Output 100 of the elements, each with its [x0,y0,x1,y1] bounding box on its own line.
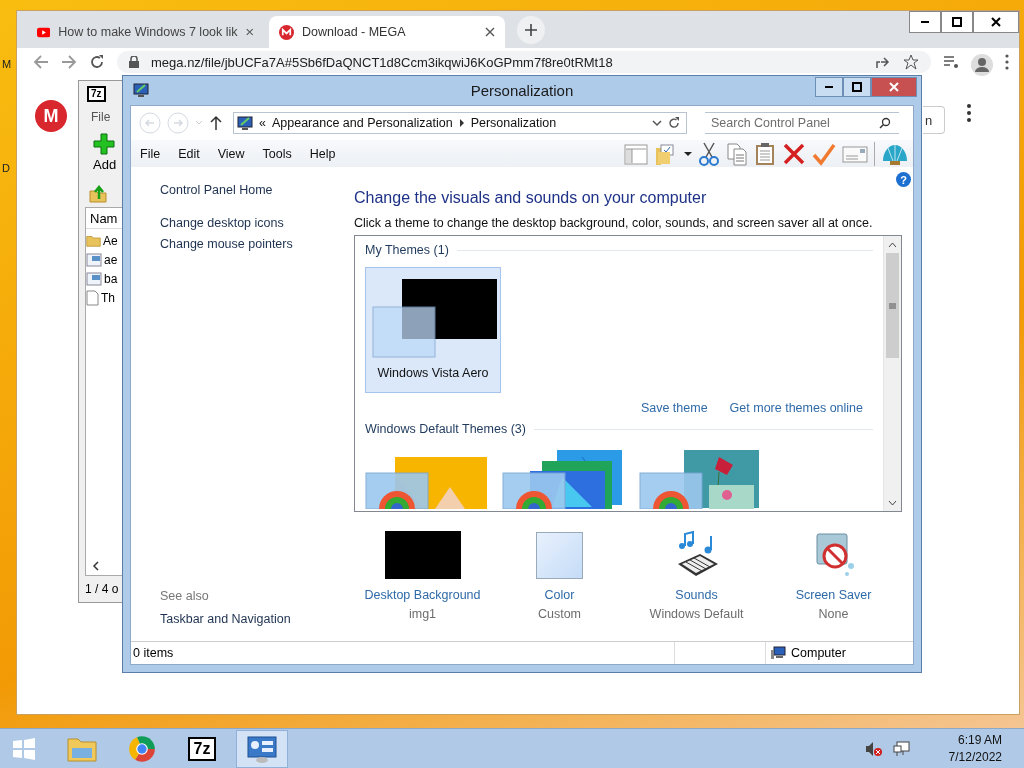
group-heading: My Themes (1) [365,243,449,257]
site-logo[interactable]: M [35,100,67,132]
menu-item[interactable]: Tools [262,146,292,161]
column-header[interactable]: Nam [90,210,118,226]
address-field[interactable]: « Appearance and Personalization Personalization [233,112,687,134]
desktop-icon-label: M [2,58,12,70]
star-icon[interactable] [903,54,919,70]
chevron-icon[interactable] [458,119,465,127]
menu-item[interactable]: Edit [178,146,200,161]
browser-tab[interactable]: How to make Windows 7 look lik [27,16,263,48]
background-thumbnail[interactable] [384,531,461,579]
minimize-button[interactable] [909,11,941,33]
setting-link[interactable]: Desktop Background [364,588,481,602]
sidebar-link[interactable]: Taskbar and Navigation [160,612,341,626]
delete-icon[interactable] [782,141,806,166]
computer-icon [770,646,786,660]
media-icon[interactable] [943,54,959,70]
setting-value: Windows Default [649,607,744,621]
search-field[interactable]: Search Control Panel [705,112,899,134]
group-heading: Windows Default Themes (3) [365,422,526,436]
theme-tile[interactable]: Windows Vista Aero [365,267,501,393]
caret-icon[interactable] [684,150,692,157]
scroll-up-icon[interactable] [888,241,897,248]
close-icon[interactable] [485,27,495,37]
plus-icon[interactable] [93,133,115,155]
folder-icon [86,234,101,247]
file-name[interactable]: Ae [103,233,118,248]
folder-icon [67,735,97,762]
minimize-button[interactable] [815,77,843,97]
search-icon[interactable] [879,117,891,129]
scroll-down-icon[interactable] [888,499,897,506]
dropdown-icon[interactable] [652,119,662,127]
menu-icon[interactable] [967,104,971,122]
scissors-icon[interactable] [698,141,720,166]
muted-speaker-icon[interactable] [864,740,883,757]
sidebar-link[interactable]: Change desktop icons [160,216,341,230]
setting-link[interactable]: Screen Saver [795,588,872,602]
breadcrumb-item[interactable]: Personalization [470,116,557,130]
maximize-button[interactable] [843,77,871,97]
breadcrumb-item[interactable]: Appearance and Personalization [271,116,453,130]
desktop-icon-label: D [2,162,10,174]
chrome-icon [128,734,156,763]
overflow-chevron[interactable]: « [259,116,266,130]
instruction-text: Click a theme to change the desktop background, color, sounds, and screen saver all at once. [354,216,874,230]
close-icon [889,82,899,92]
help-button[interactable]: ? [896,172,911,187]
status-location: Computer [791,646,846,660]
maximize-button[interactable] [941,11,973,33]
archiver-logo: 7z [87,86,106,102]
profile-icon[interactable] [971,54,993,76]
sidebar-link[interactable]: Change mouse pointers [160,237,341,251]
monitor-icon [237,115,253,131]
minimize-icon [825,86,833,88]
image-file-icon [86,252,102,267]
plus-icon [524,23,538,37]
maximize-icon [952,17,962,27]
setting-link[interactable]: Color [544,588,575,602]
setting-value: Custom [537,607,582,621]
page-heading: Change the visuals and sounds on your computer [354,189,708,207]
link[interactable]: Get more themes online [729,401,863,417]
file-name[interactable]: ae [104,252,118,267]
refresh-icon[interactable] [668,117,680,129]
theme-name[interactable]: Windows Vista Aero [377,366,489,380]
clock[interactable]: 6:19 AM 7/12/2022 [948,731,1002,766]
menu-item[interactable]: File [140,146,161,161]
file-name[interactable]: Th [101,290,115,305]
forward-icon[interactable] [61,54,77,70]
scrollbar[interactable] [883,236,901,511]
color-swatch[interactable] [536,531,583,579]
checkmark-icon[interactable] [812,141,836,166]
clipboard-icon[interactable] [754,141,776,166]
scroll-left-icon[interactable] [92,561,100,571]
clock-time: 6:19 AM [957,731,1002,749]
file-name[interactable]: ba [104,271,118,286]
reload-icon[interactable] [89,54,105,70]
menu-icon[interactable] [1005,54,1009,70]
new-tab-button[interactable] [517,16,545,44]
back-icon[interactable] [33,54,49,70]
link[interactable]: Save theme [640,401,708,417]
up-arrow-icon[interactable] [209,115,223,131]
network-icon[interactable] [892,740,911,757]
close-icon[interactable] [245,27,253,37]
sidebar-link[interactable]: Control Panel Home [160,183,341,197]
folder-up-icon[interactable] [89,185,107,203]
close-button[interactable] [973,11,1019,33]
browser-tab[interactable]: Download - MEGA [269,16,505,48]
menu-item[interactable]: Help [309,146,336,161]
lock-icon [129,56,139,68]
share-icon[interactable] [875,54,891,70]
grip-icon[interactable] [889,302,896,309]
taskbar-button[interactable] [236,729,288,768]
setting-link[interactable]: Sounds [675,588,718,602]
url-text: mega.nz/file/jbUCFa7A#5Sb6fDaQNCT1d8Ccm3ikqwiJ6KoGPmm7f8re0tRMt18 [151,54,614,70]
address-bar[interactable]: mega.nz/file/jbUCFa7A#5Sb6fDaQNCT1d8Ccm3ikqwiJ6KoGPmm7f8re0tRMt18 [117,51,931,73]
menu-item[interactable]: File [91,110,111,124]
menu-item[interactable]: View [217,146,245,161]
taskbar-button[interactable]: 7z [176,729,228,768]
page-button[interactable]: n [923,106,945,134]
setting-value: None [818,607,849,621]
toolbar-label[interactable]: Add [93,157,117,172]
